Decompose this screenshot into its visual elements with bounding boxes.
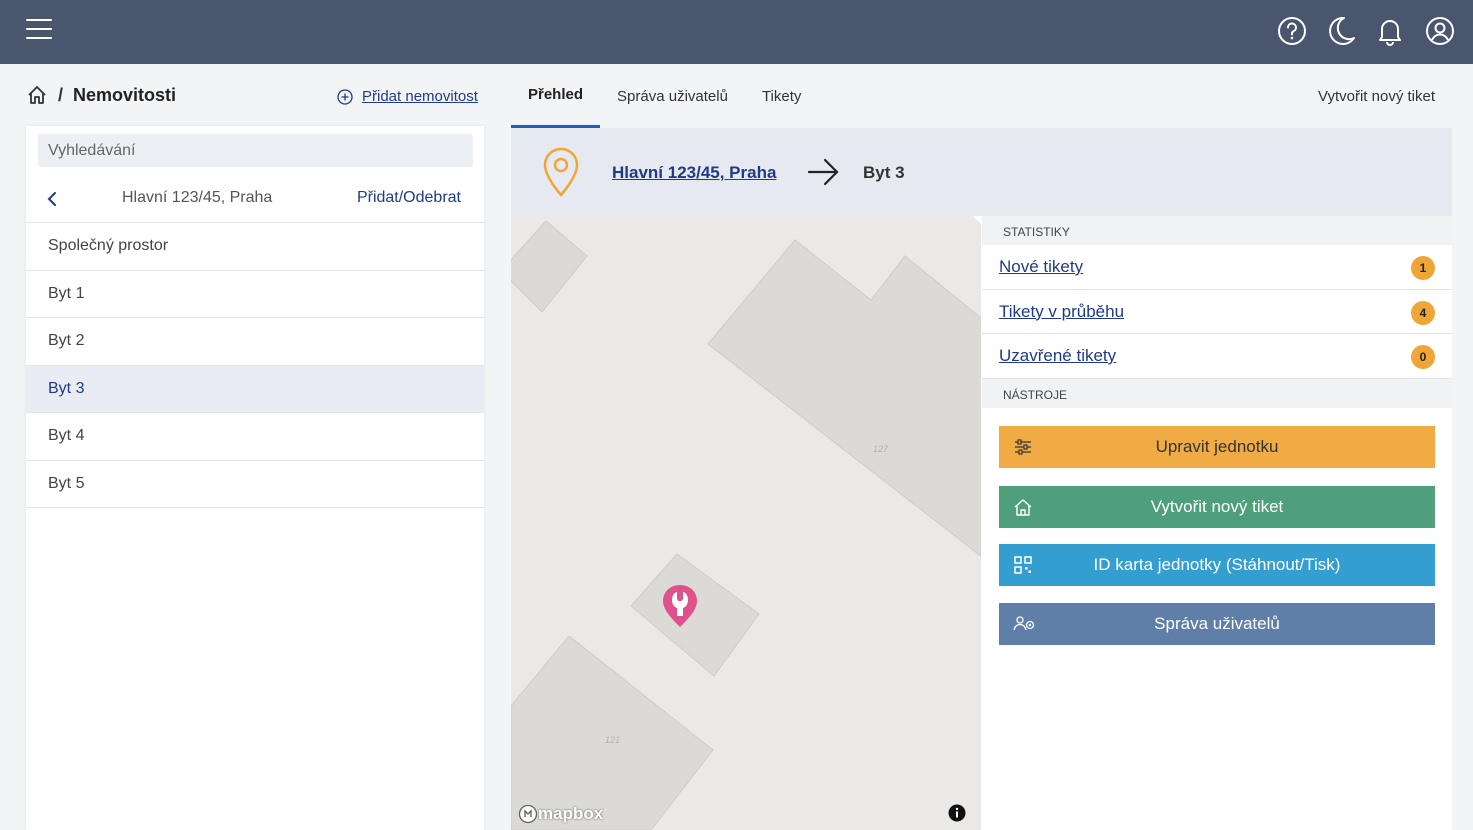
new-tickets-link[interactable]: Nové tikety (999, 257, 1083, 277)
list-item-selected[interactable]: Byt 3 (26, 365, 484, 413)
create-ticket-label: Vytvořit nový tiket (1150, 497, 1284, 516)
map-marker-icon[interactable] (659, 582, 701, 630)
home-icon[interactable] (26, 84, 48, 106)
house-icon (1014, 499, 1032, 516)
map[interactable]: 127 121 mapbox (511, 216, 981, 830)
unit-details-panel: STATISTIKY Nové tikety 1 Tikety v průběh… (982, 216, 1452, 830)
search-input[interactable] (38, 134, 473, 167)
list-item[interactable]: Byt 4 (26, 413, 484, 461)
list-item[interactable]: Byt 5 (26, 461, 484, 508)
add-property-label: Přidat nemovitost (362, 88, 478, 105)
sliders-icon (1015, 439, 1031, 455)
mapbox-icon (518, 804, 538, 824)
user-icon[interactable] (1424, 15, 1456, 47)
create-ticket-button[interactable]: Vytvořit nový tiket (999, 486, 1435, 528)
property-address-link[interactable]: Hlavní 123/45, Praha (612, 163, 776, 183)
building-number: 121 (605, 735, 620, 745)
property-nav: Hlavní 123/45, Praha Přidat/Odebrat (26, 176, 484, 223)
page-title: Nemovitosti (73, 84, 177, 105)
add-remove-button[interactable]: Přidat/Odebrat (357, 189, 461, 207)
plus-circle-icon (337, 88, 353, 105)
mapbox-label: mapbox (538, 804, 604, 823)
tools-section-header: NÁSTROJE (982, 378, 1452, 408)
qr-code-icon (1014, 556, 1032, 574)
count-badge: 0 (1411, 345, 1435, 369)
bell-icon[interactable] (1374, 15, 1406, 47)
stats-section-header: STATISTIKY (982, 216, 1452, 245)
main-content: Hlavní 123/45, Praha Byt 3 127 121 mapbo… (511, 128, 1452, 830)
menu-icon[interactable] (26, 19, 52, 45)
mapbox-logo[interactable]: mapbox (518, 804, 603, 824)
current-property-address: Hlavní 123/45, Praha (122, 189, 273, 206)
edit-unit-label: Upravit jednotku (1155, 437, 1279, 456)
closed-tickets-link[interactable]: Uzavřené tikety (999, 346, 1116, 366)
breadcrumb-separator: / (58, 84, 64, 105)
add-property-link[interactable]: Přidat nemovitost (337, 88, 478, 105)
info-icon[interactable] (948, 804, 966, 822)
edit-unit-button[interactable]: Upravit jednotku (999, 426, 1435, 468)
in-progress-tickets-link[interactable]: Tikety v průběhu (999, 302, 1124, 322)
tab-bar: Přehled Správa uživatelů Tikety (511, 64, 818, 128)
unit-id-card-label: ID karta jednotky (Stáhnout/Tisk) (1093, 555, 1341, 574)
list-item[interactable]: Společný prostor (26, 223, 484, 271)
unit-sidebar: Hlavní 123/45, Praha Přidat/Odebrat Spol… (26, 126, 484, 830)
chevron-left-icon[interactable] (44, 190, 62, 208)
help-icon[interactable] (1276, 15, 1308, 47)
count-badge: 4 (1411, 300, 1435, 325)
users-cog-icon (1013, 616, 1035, 631)
create-ticket-link[interactable]: Vytvořit nový tiket (1318, 88, 1435, 105)
stat-row-new-tickets: Nové tikety 1 (982, 245, 1452, 290)
stat-row-closed-tickets: Uzavřené tikety 0 (982, 334, 1452, 379)
arrow-right-icon (807, 158, 839, 186)
user-management-label: Správa uživatelů (1154, 614, 1280, 633)
location-pin-icon (543, 147, 579, 197)
breadcrumb: / Nemovitosti (26, 84, 176, 106)
stat-row-in-progress-tickets: Tikety v průběhu 4 (982, 290, 1452, 334)
top-bar (0, 0, 1473, 64)
tab-tickets[interactable]: Tikety (745, 64, 818, 128)
moon-icon[interactable] (1325, 15, 1357, 47)
count-badge: 1 (1411, 256, 1435, 280)
unit-id-card-button[interactable]: ID karta jednotky (Stáhnout/Tisk) (999, 544, 1435, 586)
unit-header: Hlavní 123/45, Praha Byt 3 (511, 128, 1452, 216)
unit-list: Společný prostor Byt 1 Byt 2 Byt 3 Byt 4… (26, 223, 484, 508)
building-number: 127 (873, 444, 889, 454)
tab-user-management[interactable]: Správa uživatelů (600, 64, 745, 128)
list-item[interactable]: Byt 1 (26, 271, 484, 318)
list-item[interactable]: Byt 2 (26, 318, 484, 366)
user-management-button[interactable]: Správa uživatelů (999, 603, 1435, 645)
unit-name: Byt 3 (863, 163, 905, 182)
map-buildings: 127 121 (511, 216, 981, 830)
tab-overview[interactable]: Přehled (511, 64, 601, 128)
